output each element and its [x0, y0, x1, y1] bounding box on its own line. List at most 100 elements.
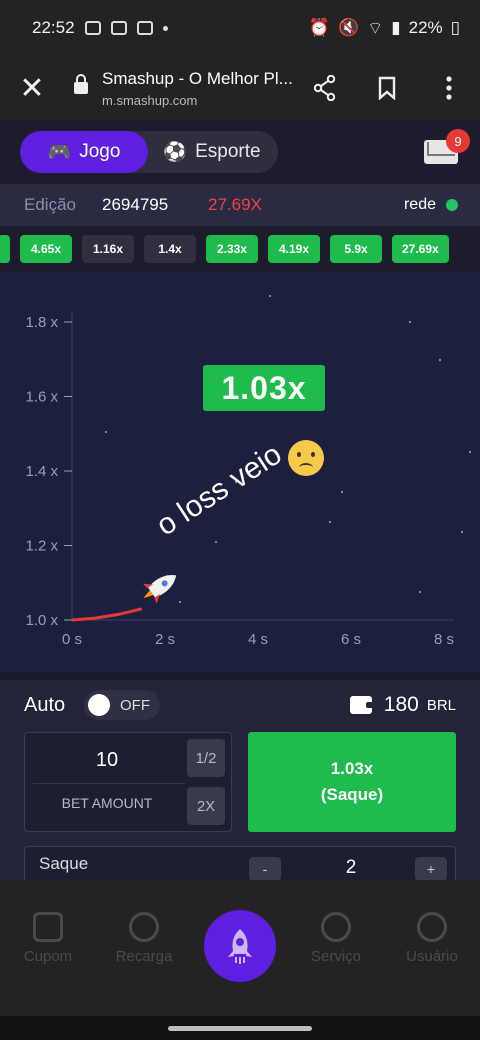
- tab-label: Esporte: [195, 141, 261, 162]
- currency-label: BRL: [426, 696, 456, 714]
- gamepad-icon: 🎮: [47, 142, 72, 163]
- x-tick-label: 8 s: [434, 631, 454, 648]
- x-tick-label: 4 s: [248, 631, 268, 648]
- nav-servico[interactable]: Serviço: [288, 912, 384, 965]
- balance-value: 180: [383, 693, 419, 716]
- bet-amount-input[interactable]: 10: [25, 743, 189, 777]
- history-chip[interactable]: 4.65x: [20, 235, 72, 263]
- signal-icon: ▮: [391, 18, 401, 37]
- edition-label: Edição: [24, 195, 76, 214]
- nav-game-button[interactable]: [204, 910, 276, 982]
- cashout-button[interactable]: 1.03x (Saque): [248, 732, 456, 832]
- game-area: 🎮 Jogo ⚽ Esporte 9 Edição 2694795 27.69X…: [0, 120, 480, 880]
- y-tick-label: 1.2 x: [25, 538, 58, 555]
- star-decoration: [340, 490, 344, 494]
- y-tick-label: 1.4 x: [25, 463, 58, 480]
- network-status: rede: [404, 196, 458, 214]
- wallet-icon: [349, 696, 374, 714]
- network-label: rede: [403, 196, 436, 213]
- star-decoration: [408, 320, 412, 324]
- notification-icon: [110, 21, 127, 35]
- wifi-icon: ⌔: [367, 18, 384, 38]
- more-vert-icon[interactable]: [418, 56, 480, 120]
- nav-usuario[interactable]: Usuário: [384, 912, 480, 965]
- status-bar: 22:52 ⏰ 🔇 ⌔ ▮ 22% ▯: [0, 0, 480, 56]
- tab-esporte[interactable]: ⚽ Esporte: [148, 131, 276, 173]
- mute-icon: 🔇: [338, 18, 360, 37]
- tab-label: Jogo: [79, 141, 121, 162]
- star-decoration: [178, 600, 182, 604]
- sad-face-icon: [288, 440, 324, 476]
- toggle-knob: [88, 694, 110, 716]
- edition-bar: Edição 2694795 27.69X rede: [0, 184, 480, 226]
- share-icon[interactable]: [294, 56, 356, 120]
- star-decoration: [268, 294, 272, 298]
- star-decoration: [468, 450, 472, 454]
- bet-controls: Auto OFF 180 BRL 10 BET AMOUNT 1/2 2X 1.…: [0, 680, 480, 880]
- page-url: m.smashup.com: [102, 92, 198, 108]
- history-chip[interactable]: 1.16x: [82, 235, 134, 263]
- close-icon[interactable]: ✕: [0, 56, 64, 120]
- gesture-handle[interactable]: [168, 1026, 312, 1031]
- saque-value[interactable]: 2: [331, 857, 371, 879]
- auto-toggle[interactable]: OFF: [84, 690, 160, 720]
- lock-icon[interactable]: [74, 74, 88, 94]
- star-decoration: [214, 540, 218, 544]
- y-tick-label: 1.6 x: [25, 389, 58, 406]
- battery-text: 22%: [408, 18, 443, 37]
- x-tick-label: 2 s: [155, 631, 175, 648]
- more-notifications-icon: [162, 25, 168, 31]
- money-bag-icon: [129, 912, 159, 942]
- cashout-value: 1.03x: [330, 759, 374, 778]
- wallet: 180 BRL: [349, 693, 456, 717]
- x-tick-label: 6 s: [341, 631, 361, 648]
- nav-recarga[interactable]: Recarga: [96, 912, 192, 965]
- history-strip[interactable]: 4.65x 1.16x 1.4x 2.33x 4.19x 5.9x 27.69x: [0, 226, 480, 272]
- nav-label: Serviço: [310, 948, 362, 965]
- history-chip[interactable]: [0, 235, 10, 263]
- mail-badge: 9: [446, 129, 470, 153]
- bet-amount-box: 10 BET AMOUNT 1/2 2X: [24, 732, 232, 832]
- bet-amount-label: BET AMOUNT: [61, 795, 153, 811]
- saque-decrement-button[interactable]: -: [249, 857, 281, 880]
- auto-label: Auto: [24, 693, 66, 716]
- rocket-icon: [228, 929, 252, 964]
- battery-icon: ▯: [450, 18, 460, 37]
- history-chip[interactable]: 4.19x: [268, 235, 320, 263]
- user-icon: [417, 912, 447, 942]
- x-tick-label: 0 s: [62, 631, 82, 648]
- toggle-state: OFF: [120, 696, 150, 714]
- current-multiplier: 1.03x: [203, 365, 325, 411]
- address-area[interactable]: Smashup - O Melhor Pl... m.smashup.com: [102, 69, 294, 108]
- edition-number: 2694795: [102, 195, 169, 214]
- page-title: Smashup - O Melhor Pl...: [102, 68, 293, 88]
- cashout-label: (Saque): [320, 785, 384, 804]
- divider: [33, 783, 185, 784]
- double-bet-button[interactable]: 2X: [187, 787, 225, 825]
- history-chip[interactable]: 1.4x: [144, 235, 196, 263]
- history-chip[interactable]: 2.33x: [206, 235, 258, 263]
- nav-label: Usuário: [406, 948, 458, 965]
- star-decoration: [418, 590, 422, 594]
- status-time: 22:52: [32, 18, 75, 37]
- saque-label: Saque: [39, 853, 89, 873]
- tab-jogo[interactable]: 🎮 Jogo: [20, 131, 148, 173]
- half-bet-button[interactable]: 1/2: [187, 739, 225, 777]
- notification-icon: [136, 21, 153, 35]
- auto-row: Auto OFF 180 BRL: [24, 688, 456, 722]
- saque-increment-button[interactable]: +: [415, 857, 447, 880]
- edition-multiplier: 27.69X: [208, 195, 262, 214]
- tab-group: 🎮 Jogo ⚽ Esporte: [20, 131, 278, 173]
- nav-label: Recarga: [115, 948, 173, 965]
- nav-cupom[interactable]: Cupom: [0, 912, 96, 965]
- bookmark-icon[interactable]: [356, 56, 418, 120]
- y-tick-label: 1.0 x: [25, 612, 58, 629]
- network-status-dot: [446, 199, 458, 211]
- history-chip[interactable]: 27.69x: [392, 235, 449, 263]
- alarm-icon: ⏰: [308, 18, 331, 37]
- star-decoration: [438, 358, 442, 362]
- star-decoration: [460, 530, 464, 534]
- header: 🎮 Jogo ⚽ Esporte 9: [0, 120, 480, 184]
- history-chip[interactable]: 5.9x: [330, 235, 382, 263]
- auto-cashout-row: Saque - 2 +: [24, 846, 456, 880]
